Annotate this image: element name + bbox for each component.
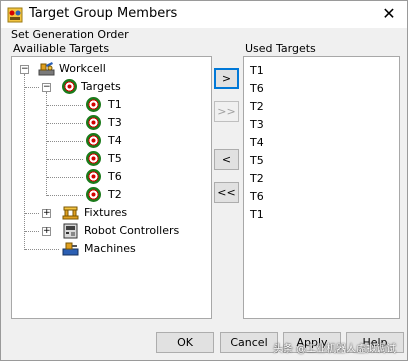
remove-target-button[interactable]: < [214, 149, 239, 170]
collapse-toggle[interactable]: − [42, 83, 51, 92]
target-group-icon [62, 79, 77, 94]
tree-connector [25, 249, 59, 250]
target-icon [86, 169, 101, 184]
tree-connector [47, 195, 83, 196]
list-item[interactable]: T4 [250, 135, 264, 151]
collapse-toggle[interactable]: − [20, 65, 29, 74]
tree-connector [47, 123, 83, 124]
tree-node-target[interactable]: T2 [12, 186, 211, 204]
list-item[interactable]: T3 [250, 117, 264, 133]
tree-connector [47, 159, 83, 160]
list-item[interactable]: T6 [250, 189, 264, 205]
tree-label: T5 [108, 152, 122, 165]
watermark: 头条 @工业机器人虚拟调试 [273, 344, 397, 355]
tree-node-workcell[interactable]: − Workcell [12, 60, 211, 78]
robot-controller-icon [63, 223, 78, 239]
tree-node-fixtures[interactable]: + Fixtures [12, 204, 211, 222]
tree-connector [25, 231, 39, 232]
title-bar: Target Group Members ✕ [1, 1, 407, 28]
tree-connector [47, 141, 83, 142]
machines-icon [62, 242, 79, 256]
add-target-button[interactable]: > [214, 68, 239, 89]
available-targets-tree[interactable]: − Workcell − Targets T1 T3 T4 T5 T6 T2 +… [11, 56, 212, 319]
app-icon [7, 7, 23, 23]
target-icon [86, 115, 101, 130]
expand-toggle[interactable]: + [42, 227, 51, 236]
tree-node-target[interactable]: T1 [12, 96, 211, 114]
tree-node-target[interactable]: T5 [12, 150, 211, 168]
list-item[interactable]: T2 [250, 171, 264, 187]
tree-connector [47, 105, 83, 106]
add-all-targets-button[interactable]: >> [214, 101, 239, 122]
list-item[interactable]: T5 [250, 153, 264, 169]
target-group-members-dialog: Target Group Members ✕ Set Generation Or… [0, 0, 408, 361]
tree-label: T4 [108, 134, 122, 147]
tree-label: T6 [108, 170, 122, 183]
tree-node-targets[interactable]: − Targets [12, 78, 211, 96]
tree-label: T3 [108, 116, 122, 129]
remove-all-targets-button[interactable]: << [214, 182, 239, 203]
target-icon [86, 133, 101, 148]
tree-node-target[interactable]: T6 [12, 168, 211, 186]
tree-label: T2 [108, 188, 122, 201]
ok-button[interactable]: OK [156, 332, 214, 353]
list-item[interactable]: T2 [250, 99, 264, 115]
tree-node-machines[interactable]: Machines [12, 240, 211, 258]
tree-label: Machines [84, 242, 136, 255]
tree-label: Fixtures [84, 206, 128, 219]
fixtures-icon [62, 206, 79, 220]
tree-node-target[interactable]: T4 [12, 132, 211, 150]
list-item[interactable]: T6 [250, 81, 264, 97]
tree-connector [25, 213, 39, 214]
target-icon [86, 187, 101, 202]
used-targets-list[interactable]: T1 T6 T2 T3 T4 T5 T2 T6 T1 [243, 56, 400, 319]
expand-toggle[interactable]: + [42, 209, 51, 218]
tree-connector [47, 177, 83, 178]
tree-label: Targets [81, 80, 121, 93]
group-label: Set Generation Order [11, 28, 129, 41]
list-item[interactable]: T1 [250, 63, 264, 79]
cancel-button[interactable]: Cancel [220, 332, 278, 353]
tree-label: Workcell [59, 62, 106, 75]
tree-label: T1 [108, 98, 122, 111]
list-item[interactable]: T1 [250, 207, 264, 223]
tree-node-target[interactable]: T3 [12, 114, 211, 132]
used-targets-label: Used Targets [245, 42, 316, 55]
tree-node-robot-controllers[interactable]: + Robot Controllers [12, 222, 211, 240]
available-targets-label: Availiable Targets [13, 42, 110, 55]
tree-connector [25, 87, 39, 88]
close-button[interactable]: ✕ [379, 4, 399, 24]
tree-label: Robot Controllers [84, 224, 180, 237]
target-icon [86, 97, 101, 112]
workcell-icon [38, 62, 55, 76]
target-icon [86, 151, 101, 166]
window-title: Target Group Members [29, 6, 178, 21]
